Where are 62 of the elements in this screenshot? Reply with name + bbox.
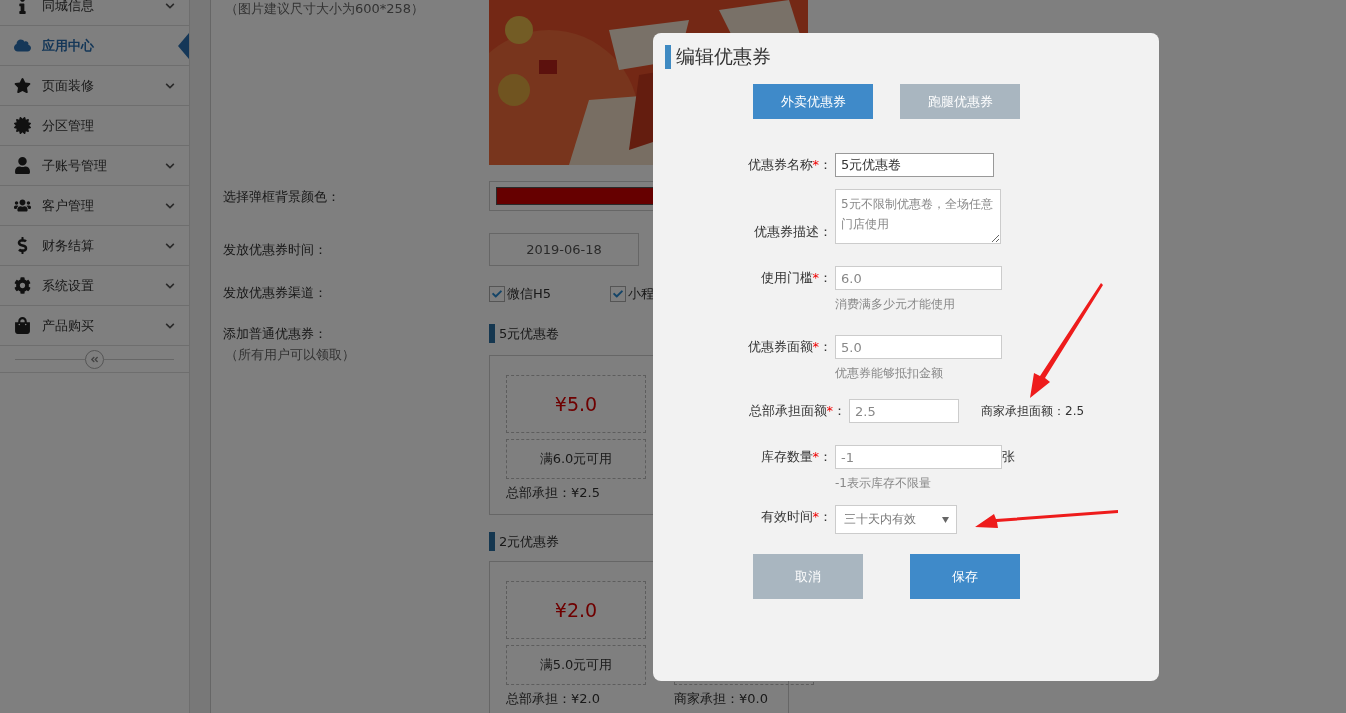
check-icon: [613, 289, 623, 299]
coupon-hint: （所有用户可以领取）: [224, 346, 356, 364]
image-size-hint: （图片建议尺寸大小为600*258）: [224, 0, 426, 18]
sidebar-item[interactable]: 产品购买: [0, 306, 189, 346]
description-field[interactable]: 5元不限制优惠卷，全场任意门店使用: [835, 189, 1001, 244]
collapse-button[interactable]: [85, 349, 104, 369]
sidebar-item[interactable]: 子账号管理: [0, 146, 189, 186]
field-hint: -1表示库存不限量: [835, 475, 932, 492]
hq-share-text: 总部承担：¥2.0: [506, 691, 601, 706]
section-marker: [489, 532, 495, 551]
star-icon: [12, 76, 32, 95]
sidebar-item[interactable]: 分区管理: [0, 106, 189, 146]
field-label: 库存数量*：: [759, 448, 833, 466]
input-field[interactable]: 2.5: [849, 399, 959, 423]
checkbox[interactable]: [489, 286, 505, 302]
field-label: 有效时间*：: [759, 508, 833, 526]
section-marker: [489, 324, 495, 343]
badge-icon: [12, 116, 32, 135]
checkbox[interactable]: [610, 286, 626, 302]
sidebar-item[interactable]: 页面装修: [0, 66, 189, 106]
price-box: ¥5.0: [506, 375, 646, 433]
field-label: 使用门槛*：: [759, 269, 833, 287]
coupon-title: 5元优惠卷: [499, 324, 560, 343]
coupon-type-tab[interactable]: 外卖优惠券: [753, 84, 873, 119]
condition-box: 满5.0元可用: [506, 645, 646, 685]
field-hint: 优惠券能够抵扣金额: [835, 365, 944, 382]
merchant-share-text: 商家承担面额：2.5: [981, 402, 1085, 420]
input-field[interactable]: -1: [835, 445, 1002, 469]
coupon-title: 2元优惠券: [499, 532, 560, 551]
price-box: ¥2.0: [506, 581, 646, 639]
validity-select[interactable]: 三十天内有效: [835, 505, 957, 534]
input-field[interactable]: 6.0: [835, 266, 1002, 290]
sidebar-item[interactable]: 系统设置: [0, 266, 189, 306]
settings-icon: [12, 276, 32, 295]
sidebar-item[interactable]: 客户管理: [0, 186, 189, 226]
date-field[interactable]: 2019-06-18: [489, 233, 639, 266]
checkbox-label: 微信H5: [507, 285, 552, 303]
unit-label: 张: [1002, 448, 1015, 466]
title-marker: [665, 45, 671, 69]
double-chevron-icon: [90, 354, 99, 364]
sidebar-item[interactable]: 财务结算: [0, 226, 189, 266]
condition-box: 满6.0元可用: [506, 439, 646, 479]
field-label: 优惠券名称*：: [746, 156, 833, 174]
input-field[interactable]: 5元优惠卷: [835, 153, 994, 177]
save-button[interactable]: 保存: [910, 554, 1020, 599]
field-label: 发放优惠券时间：: [223, 241, 328, 259]
dialog-title: 编辑优惠券: [676, 44, 771, 69]
field-label: 优惠券面额*：: [746, 338, 833, 356]
check-icon: [492, 289, 502, 299]
bag-icon: [12, 316, 32, 335]
caret-icon: [942, 516, 949, 523]
field-label: 选择弹框背景颜色：: [223, 188, 341, 206]
field-label: 总部承担面额*：: [747, 402, 847, 420]
hq-share-text: 总部承担：¥2.5: [506, 485, 601, 500]
input-field[interactable]: 5.0: [835, 335, 1002, 359]
field-hint: 消费满多少元才能使用: [835, 296, 956, 313]
field-label: 优惠券描述：: [753, 223, 833, 241]
user-icon: [12, 156, 32, 175]
field-label: 添加普通优惠券：: [223, 325, 328, 343]
field-label: 发放优惠券渠道：: [223, 284, 328, 302]
checkbox-label: 小程: [628, 285, 654, 303]
merchant-share-text: 商家承担：¥0.0: [674, 691, 769, 706]
